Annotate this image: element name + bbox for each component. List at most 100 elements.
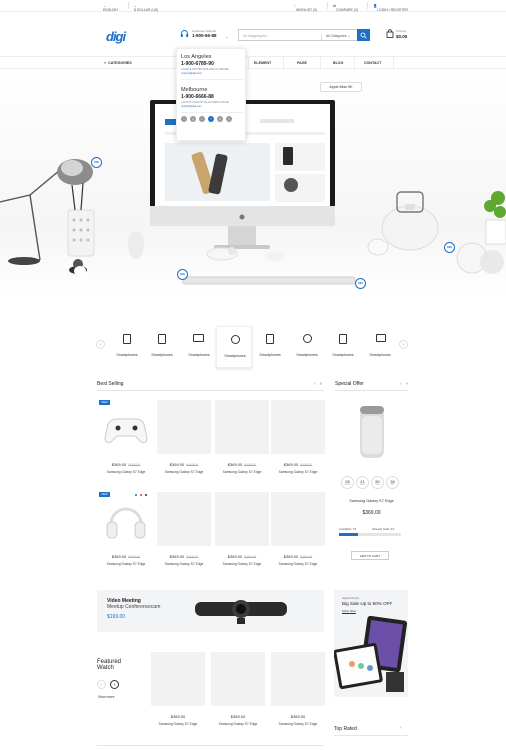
category-item[interactable]: Smartphones	[252, 326, 288, 366]
facebook-icon[interactable]: f	[208, 116, 214, 122]
nav-page[interactable]: PAGE	[297, 61, 307, 65]
product-image[interactable]	[211, 652, 265, 706]
product-image[interactable]	[271, 400, 325, 454]
product-card[interactable]: $369.00 $469.00 Samsung Galaxy S7 Edge	[215, 400, 269, 482]
color-swatch[interactable]	[145, 494, 147, 496]
product-tag-imac[interactable]: Apple iMac 5K	[320, 82, 362, 92]
product-image[interactable]	[99, 400, 153, 454]
hero-scene	[0, 100, 506, 285]
categories-menu[interactable]: ≡ CATEGORIES	[104, 61, 132, 65]
featured-next-button[interactable]: ›	[110, 680, 119, 689]
gamepad-image	[104, 418, 148, 443]
product-image[interactable]	[215, 492, 269, 546]
product-image[interactable]	[157, 400, 211, 454]
product-name[interactable]: Samsung Galaxy S7 Edge	[151, 722, 205, 726]
twitter-icon[interactable]: t	[181, 116, 187, 122]
product-card[interactable]: NEW $369.00 $469.00 Samsung Galaxy S7 Edg…	[99, 400, 153, 482]
category-item[interactable]: Smartphones	[289, 326, 325, 366]
youtube-icon[interactable]: y	[226, 116, 232, 122]
product-image[interactable]	[215, 400, 269, 454]
laptop-icon	[193, 334, 204, 342]
product-card[interactable]: $369.00 $469.00 Samsung Galaxy S7 Edge	[271, 492, 325, 574]
email-link[interactable]: support@digi.com	[181, 72, 202, 75]
webcam-image	[195, 600, 287, 624]
apple-pencil-banner[interactable]: Apple Pencil Big Sale Up to 50% OFF Shop…	[334, 590, 408, 697]
special-offer-prev-button[interactable]: ‹	[400, 381, 402, 387]
product-card[interactable]: $369.00 $469.00 Samsung Galaxy S7 Edge	[157, 400, 211, 482]
best-selling-next-button[interactable]: ›	[320, 381, 322, 387]
product-card[interactable]: $369.00 $469.00 Samsung Galaxy S7 Edge	[157, 492, 211, 574]
language-select[interactable]: ENGLISH ⌄	[103, 4, 118, 12]
hotspot-headphones[interactable]: $99	[444, 242, 455, 253]
hotspot-mouse[interactable]: $99	[355, 278, 366, 289]
category-item[interactable]: Smartphones	[144, 326, 180, 366]
nav-element[interactable]: ELEMENT	[254, 61, 271, 65]
product-name[interactable]: Samsung Galaxy S7 Edge	[157, 562, 211, 566]
phone-icon	[158, 334, 166, 344]
product-name[interactable]: Samsung Galaxy S7 Edge	[157, 470, 211, 474]
add-to-cart-button[interactable]: ADD TO CART	[351, 551, 389, 560]
instagram-icon[interactable]: i	[199, 116, 205, 122]
product-name[interactable]: Samsung Galaxy S7 Edge	[271, 562, 325, 566]
search-category-select[interactable]: All Categories ⌄	[321, 33, 350, 40]
new-badge: NEW	[99, 400, 110, 405]
product-name[interactable]: Samsung Galaxy S7 Edge	[271, 722, 325, 726]
google-icon[interactable]: g	[190, 116, 196, 122]
login-link[interactable]: 👤 LOGIN / REGISTER	[373, 4, 408, 12]
speaker-image[interactable]	[350, 402, 394, 462]
new-badge: NEW	[99, 492, 110, 497]
currency-select[interactable]: $ DOLLAR (US) ⌄	[134, 4, 158, 12]
category-item[interactable]: Smartphones	[181, 326, 217, 366]
category-item[interactable]: Smartphones	[325, 326, 361, 366]
search-input[interactable]: I'm shopping for...	[243, 34, 269, 38]
best-selling-prev-button[interactable]: ‹	[314, 381, 316, 387]
video-meeting-banner[interactable]: Video Meeting Meetup Conferencecam $199.…	[97, 590, 324, 632]
product-name[interactable]: Samsung Galaxy S7 Edge	[99, 470, 153, 474]
customer-support[interactable]: Customer Support 1-900-66-88 ⌄	[180, 28, 230, 42]
product-name[interactable]: Samsung Galaxy S7 Edge	[99, 562, 153, 566]
category-item[interactable]: Smartphones	[109, 326, 145, 366]
email-link[interactable]: contact@digi.com	[181, 105, 202, 108]
product-name[interactable]: Samsung Galaxy S7 Edge	[271, 470, 325, 474]
mini-cart[interactable]: 0 Items $0.00	[386, 28, 426, 42]
product-card[interactable]: NEW $369.00 $469.00 Samsung Galaxy S7 Edg…	[99, 492, 153, 574]
product-name[interactable]: Samsung Galaxy S7 Edge	[215, 470, 269, 474]
product-image[interactable]	[271, 652, 325, 706]
main-nav: ≡ CATEGORIES ELEMENT PAGE BLOG CONTACT	[0, 56, 506, 70]
nav-blog[interactable]: BLOG	[333, 61, 343, 65]
chevron-down-icon: ⌄	[225, 34, 229, 39]
product-image[interactable]	[99, 492, 153, 546]
product-image[interactable]	[151, 652, 205, 706]
hotspot-keyboard[interactable]: $99	[177, 269, 188, 280]
hero-banner[interactable]	[0, 70, 506, 295]
product-card[interactable]: $369.00 Samsung Galaxy S7 Edge	[211, 652, 265, 734]
product-card[interactable]: $369.00 Samsung Galaxy S7 Edge	[271, 652, 325, 734]
shop-now-link[interactable]: Shop Now	[342, 609, 356, 613]
compare-link[interactable]: ⇄ COMPARE (0)	[333, 4, 358, 12]
product-name[interactable]: Samsung Galaxy S7 Edge	[215, 562, 269, 566]
special-offer-next-button[interactable]: ›	[406, 381, 408, 387]
product-card[interactable]: $369.00 Samsung Galaxy S7 Edge	[151, 652, 205, 734]
sold-progress-bar	[339, 533, 401, 536]
featured-prev-button[interactable]: ‹	[97, 680, 106, 689]
product-card[interactable]: $369.00 $469.00 Samsung Galaxy S7 Edge	[215, 492, 269, 574]
category-item-active[interactable]: Smartphones	[216, 326, 252, 368]
nav-contact[interactable]: CONTACT	[364, 61, 381, 65]
category-item[interactable]: Smartphones	[362, 326, 398, 366]
top-rated-prev-button[interactable]: ‹	[400, 725, 402, 731]
pinterest-icon[interactable]: p	[217, 116, 223, 122]
view-more-link[interactable]: View more	[98, 695, 114, 699]
product-card[interactable]: $369.00 $469.00 Samsung Galaxy S7 Edge	[271, 400, 325, 482]
color-swatch[interactable]	[140, 494, 142, 496]
product-name[interactable]: Samsung Galaxy S7 Edge	[211, 722, 265, 726]
search-bar[interactable]: I'm shopping for... All Categories ⌄	[238, 29, 370, 41]
site-logo[interactable]: digi	[106, 29, 126, 44]
product-image[interactable]	[157, 492, 211, 546]
watch-icon	[231, 335, 240, 344]
search-button[interactable]	[357, 29, 370, 41]
special-offer-name[interactable]: Samsung Galaxy S7 Edge	[335, 499, 408, 503]
wishlist-link[interactable]: ♡ WISHLIST (0)	[293, 4, 317, 12]
color-swatch[interactable]	[135, 494, 137, 496]
product-image[interactable]	[271, 492, 325, 546]
hotspot-lamp[interactable]: $99	[91, 157, 102, 168]
